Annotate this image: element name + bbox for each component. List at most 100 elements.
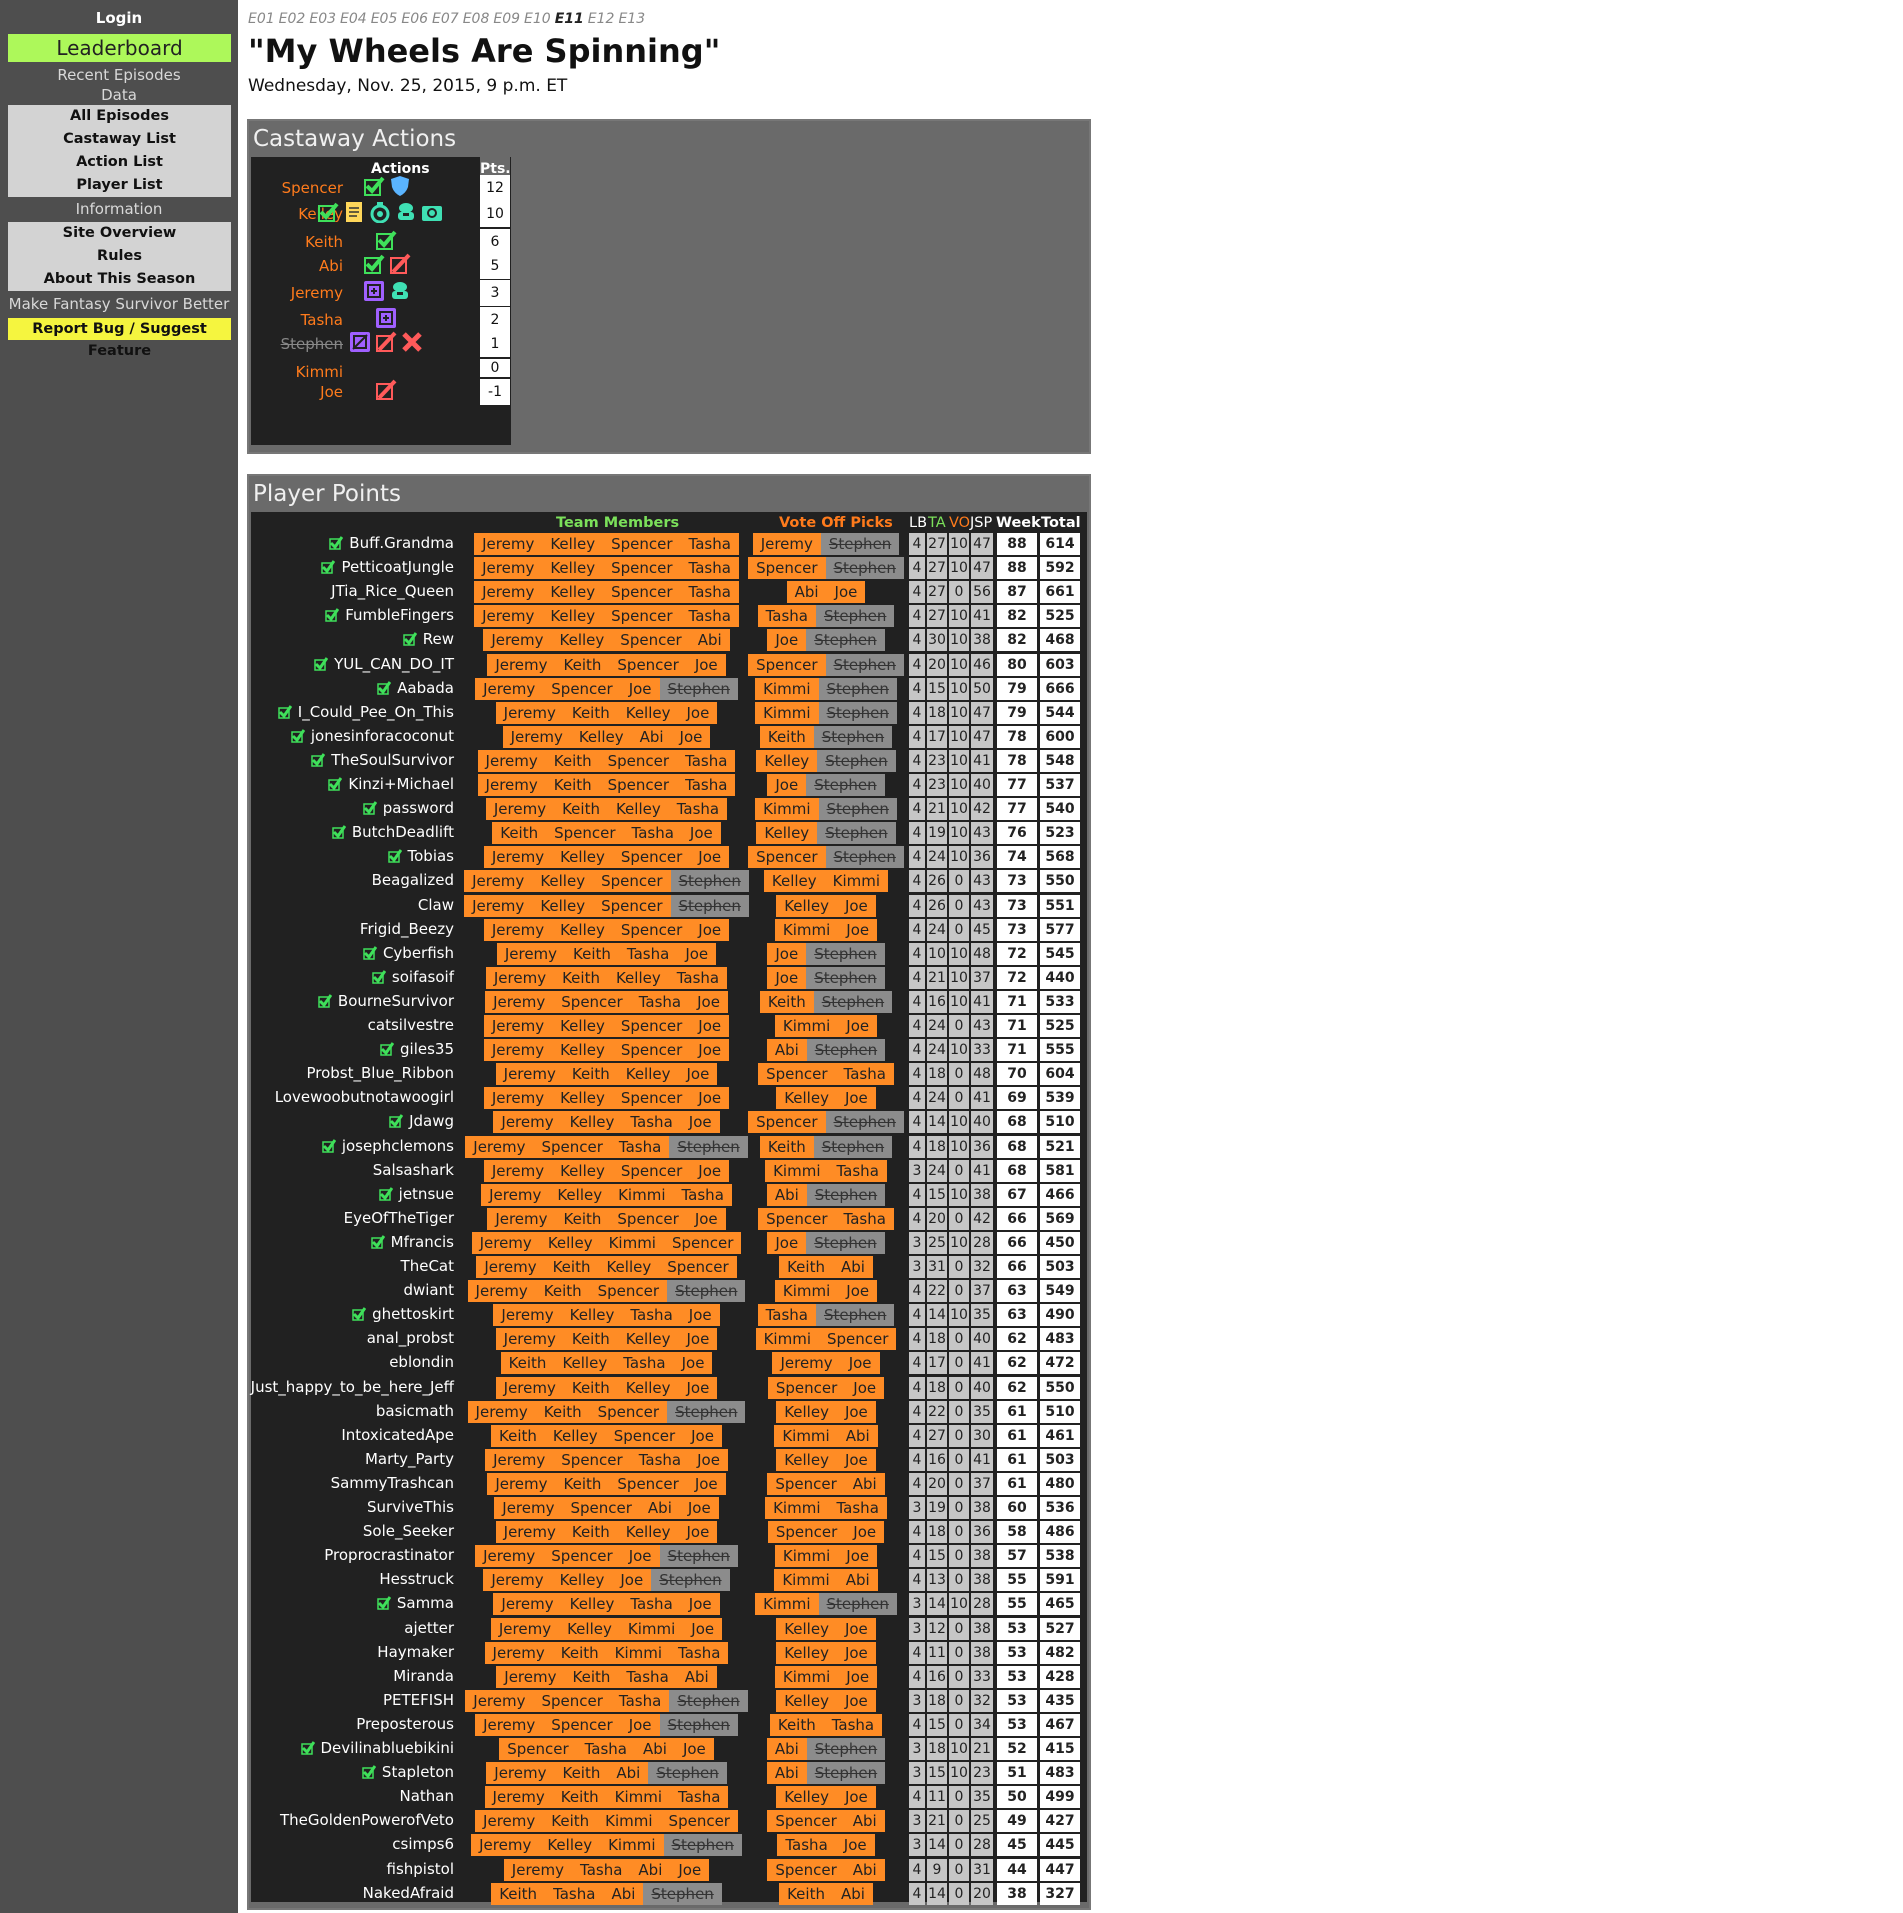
castaway-chip[interactable]: Spencer — [659, 1256, 737, 1278]
castaway-chip[interactable]: Keith — [491, 1882, 546, 1905]
castaway-chip[interactable]: Abi — [832, 1882, 873, 1905]
castaway-chip[interactable]: Spencer — [605, 1424, 684, 1447]
castaway-chip[interactable]: Spencer — [533, 1135, 611, 1158]
castaway-chip[interactable]: Kelley — [539, 1231, 601, 1254]
castaway-chip[interactable]: Abi — [766, 1039, 807, 1062]
castaway-chip[interactable]: Abi — [832, 1256, 873, 1278]
castaway-chip[interactable]: Kelley — [776, 1641, 837, 1664]
eliminated-castaway-chip[interactable]: Stephen — [820, 533, 900, 555]
castaway-chip[interactable]: Spencer — [612, 1087, 691, 1110]
castaway-chip[interactable]: Spencer — [767, 1472, 845, 1495]
castaway-chip[interactable]: Spencer — [758, 1063, 836, 1086]
player-name[interactable]: Just_happy_to_be_here_Jeff — [251, 1378, 454, 1396]
episode-link-e08[interactable]: E08 — [463, 11, 490, 27]
castaway-chip[interactable]: Joe — [838, 1545, 878, 1568]
player-name[interactable]: Lovewoobutnotawoogirl — [275, 1088, 454, 1106]
castaway-chip[interactable]: Jeremy — [483, 918, 553, 941]
player-name[interactable]: jetnsue — [399, 1185, 454, 1203]
castaway-chip[interactable]: Kelley — [776, 1448, 837, 1471]
castaway-chip[interactable]: Jeremy — [475, 1810, 544, 1833]
castaway-chip[interactable]: Jeremy — [495, 1328, 564, 1351]
castaway-chip[interactable]: Joe — [838, 918, 878, 941]
castaway-chip[interactable]: Tasha — [677, 749, 736, 772]
castaway-name[interactable]: Stephen — [281, 335, 343, 353]
castaway-chip[interactable]: Joe — [836, 1400, 876, 1423]
castaway-chip[interactable]: Spencer — [603, 557, 681, 580]
castaway-chip[interactable]: Spencer — [767, 1521, 846, 1544]
castaway-chip[interactable]: Jeremy — [464, 870, 533, 893]
castaway-chip[interactable]: Jeremy — [475, 677, 544, 700]
castaway-chip[interactable]: Joe — [686, 1472, 726, 1495]
all-episodes-link[interactable]: All Episodes — [8, 105, 231, 128]
eliminated-castaway-chip[interactable]: Stephen — [818, 701, 897, 724]
castaway-chip[interactable]: Kelley — [552, 1087, 613, 1110]
castaway-chip[interactable]: Joe — [767, 966, 807, 989]
castaway-chip[interactable]: Joe — [690, 1159, 730, 1182]
castaway-chip[interactable]: Kimmi — [600, 1834, 664, 1857]
castaway-chip[interactable]: Joe — [845, 1521, 885, 1544]
castaway-chip[interactable]: Jeremy — [485, 990, 554, 1013]
castaway-chip[interactable]: Tasha — [757, 1304, 816, 1327]
player-name[interactable]: JTia_Rice_Queen — [331, 582, 454, 600]
player-name[interactable]: TheGoldenPowerofVeto — [280, 1811, 454, 1829]
castaway-chip[interactable]: Kimmi — [755, 798, 819, 821]
castaway-chip[interactable]: Spencer — [609, 653, 687, 676]
castaway-chip[interactable]: Abi — [635, 1738, 675, 1760]
castaway-chip[interactable]: Keith — [544, 1256, 599, 1278]
login-link[interactable]: Login — [0, 9, 238, 31]
castaway-chip[interactable]: Joe — [678, 1063, 718, 1086]
castaway-chip[interactable]: Tasha — [677, 774, 736, 796]
castaway-chip[interactable]: Kelley — [542, 557, 604, 580]
castaway-chip[interactable]: Spencer — [663, 1231, 742, 1254]
castaway-chip[interactable]: Kelley — [552, 1039, 613, 1062]
castaway-chip[interactable]: Jeremy — [483, 1569, 552, 1592]
castaway-name[interactable]: Spencer — [282, 179, 343, 197]
castaway-chip[interactable]: Jeremy — [483, 629, 552, 652]
player-name[interactable]: Proprocrastinator — [324, 1546, 454, 1564]
castaway-chip[interactable]: Tasha — [622, 1593, 681, 1616]
eliminated-castaway-chip[interactable]: Stephen — [825, 653, 904, 676]
castaway-chip[interactable]: Spencer — [603, 605, 681, 628]
episode-link-e04[interactable]: E04 — [340, 11, 367, 27]
castaway-chip[interactable]: Kelley — [551, 1569, 613, 1592]
episode-link-e05[interactable]: E05 — [371, 11, 398, 27]
castaway-chip[interactable]: Kelley — [607, 798, 669, 821]
eliminated-castaway-chip[interactable]: Stephen — [806, 1039, 886, 1062]
player-name[interactable]: Preposterous — [356, 1715, 454, 1733]
castaway-chip[interactable]: Jeremy — [495, 1521, 564, 1544]
player-name[interactable]: Cyberfish — [383, 944, 454, 962]
castaway-chip[interactable]: Abi — [837, 1569, 878, 1592]
eliminated-castaway-chip[interactable]: Stephen — [663, 1834, 742, 1857]
castaway-chip[interactable]: Kimmi — [774, 918, 839, 941]
player-name[interactable]: giles35 — [400, 1040, 454, 1058]
castaway-chip[interactable]: Keith — [564, 1665, 619, 1688]
castaway-chip[interactable]: Tasha — [572, 1858, 631, 1881]
castaway-chip[interactable]: Keith — [554, 1762, 609, 1785]
castaway-chip[interactable]: Keith — [552, 1641, 607, 1664]
castaway-chip[interactable]: Jeremy — [495, 1063, 564, 1086]
player-name[interactable]: catsilvestre — [368, 1016, 454, 1034]
castaway-chip[interactable]: Spencer — [748, 846, 826, 869]
report-bug-link[interactable]: Report Bug / Suggest Feature — [8, 318, 231, 359]
castaway-chip[interactable]: Tasha — [777, 1834, 836, 1857]
castaway-chip[interactable]: Jeremy — [495, 701, 564, 724]
castaway-chip[interactable]: Kelley — [554, 1352, 616, 1375]
castaway-chip[interactable]: Abi — [608, 1762, 649, 1785]
castaway-chip[interactable]: Joe — [767, 942, 807, 965]
player-name[interactable]: soifasoif — [392, 968, 454, 986]
castaway-chip[interactable]: Spencer — [593, 870, 671, 893]
castaway-chip[interactable]: Kimmi — [774, 1569, 838, 1592]
castaway-chip[interactable]: Jeremy — [487, 653, 556, 676]
castaway-chip[interactable]: Joe — [836, 1641, 876, 1664]
castaway-chip[interactable]: Kimmi — [606, 1641, 671, 1664]
castaway-chip[interactable]: Joe — [836, 1087, 876, 1110]
castaway-chip[interactable]: Kelley — [532, 894, 594, 917]
player-name[interactable]: eblondin — [389, 1353, 454, 1371]
castaway-chip[interactable]: Tasha — [673, 1183, 732, 1206]
eliminated-castaway-chip[interactable]: Stephen — [670, 894, 749, 917]
castaway-chip[interactable]: Kimmi — [774, 1015, 839, 1037]
player-name[interactable]: YUL_CAN_DO_IT — [334, 655, 454, 673]
episode-link-e09[interactable]: E09 — [493, 11, 520, 27]
castaway-chip[interactable]: Joe — [620, 1545, 660, 1568]
castaway-chip[interactable]: Keith — [759, 1135, 814, 1158]
